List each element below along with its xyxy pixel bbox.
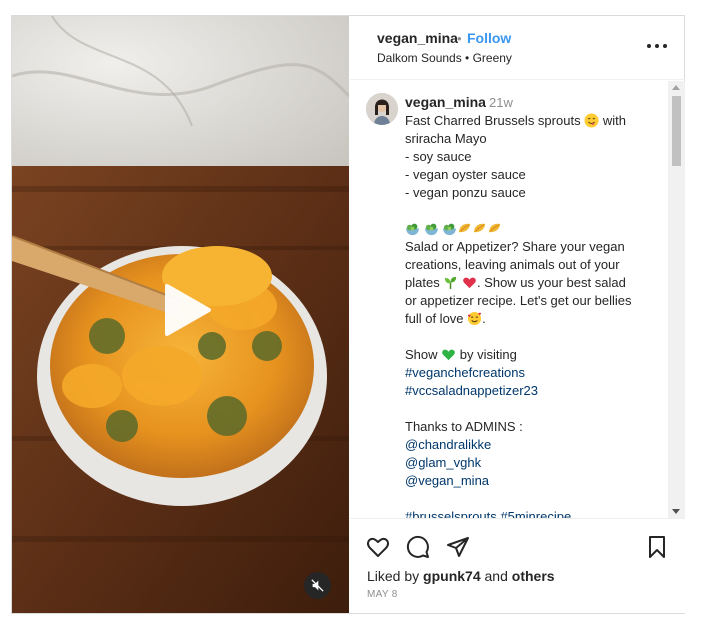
caption-scrollbar[interactable] xyxy=(668,81,685,518)
liked-by-others[interactable]: others xyxy=(512,568,555,584)
mute-button[interactable] xyxy=(304,572,331,599)
liked-by-text: Liked by gpunk74 and others xyxy=(367,568,555,584)
post-video[interactable] xyxy=(12,16,349,613)
smiling-hearts-face-icon xyxy=(468,311,482,326)
salad-icon xyxy=(405,223,420,236)
caption-username[interactable]: vegan_mina xyxy=(405,94,486,110)
post-side-panel: vegan_mina • Follow Dalkom Sounds • Gree… xyxy=(350,16,685,613)
seedling-icon xyxy=(445,276,457,290)
food-emoji-row xyxy=(405,220,667,238)
hashtag-link[interactable]: #brusselsprouts #5minrecipe xyxy=(405,508,667,518)
separator-dot: • xyxy=(457,31,462,46)
bookmark-icon[interactable] xyxy=(645,535,669,559)
green-heart-icon xyxy=(442,349,456,361)
post-modal: vegan_mina • Follow Dalkom Sounds • Gree… xyxy=(11,15,685,614)
muted-speaker-icon xyxy=(311,579,324,592)
thanks-label: Thanks to ADMINS : xyxy=(405,419,523,434)
liked-by-user[interactable]: gpunk74 xyxy=(423,568,481,584)
salad-icon xyxy=(424,223,438,236)
yum-face-icon xyxy=(584,113,599,128)
heart-emoji-icon xyxy=(463,277,476,289)
salad-icon xyxy=(443,223,457,236)
post-time[interactable]: 21w xyxy=(489,95,513,110)
dumpling-icon xyxy=(474,223,486,233)
author-username[interactable]: vegan_mina xyxy=(377,30,458,46)
heart-icon[interactable] xyxy=(366,535,390,559)
post-date[interactable]: MAY 8 xyxy=(367,589,398,600)
dumpling-icon xyxy=(459,223,471,233)
follow-button[interactable]: Follow xyxy=(467,30,511,46)
post-header: vegan_mina • Follow Dalkom Sounds • Gree… xyxy=(350,16,685,80)
hashtag-link[interactable]: #vccsaladnappetizer23 xyxy=(405,382,667,400)
paper-plane-icon[interactable] xyxy=(446,535,470,559)
avatar[interactable] xyxy=(366,93,398,125)
caption-section: vegan_mina 21w Fast Charred Brussels spr… xyxy=(350,81,685,518)
play-icon[interactable] xyxy=(151,278,215,342)
more-options-icon[interactable] xyxy=(647,38,667,54)
scroll-up-arrow-icon[interactable] xyxy=(672,85,680,90)
hashtag-link[interactable]: #veganchefcreations xyxy=(405,364,667,382)
mention-link[interactable]: @vegan_mina xyxy=(405,472,667,490)
comment-icon[interactable] xyxy=(406,535,430,559)
mention-link[interactable]: @chandralikke xyxy=(405,436,667,454)
scrollbar-thumb[interactable] xyxy=(672,96,681,166)
mention-link[interactable]: @glam_vghk xyxy=(405,454,667,472)
audio-attribution[interactable]: Dalkom Sounds • Greeny xyxy=(377,51,512,65)
caption-text: Fast Charred Brussels sprouts with srira… xyxy=(405,112,667,518)
dumpling-icon xyxy=(489,223,501,233)
scroll-down-arrow-icon[interactable] xyxy=(672,509,680,514)
action-bar: Liked by gpunk74 and others MAY 8 xyxy=(350,518,685,613)
